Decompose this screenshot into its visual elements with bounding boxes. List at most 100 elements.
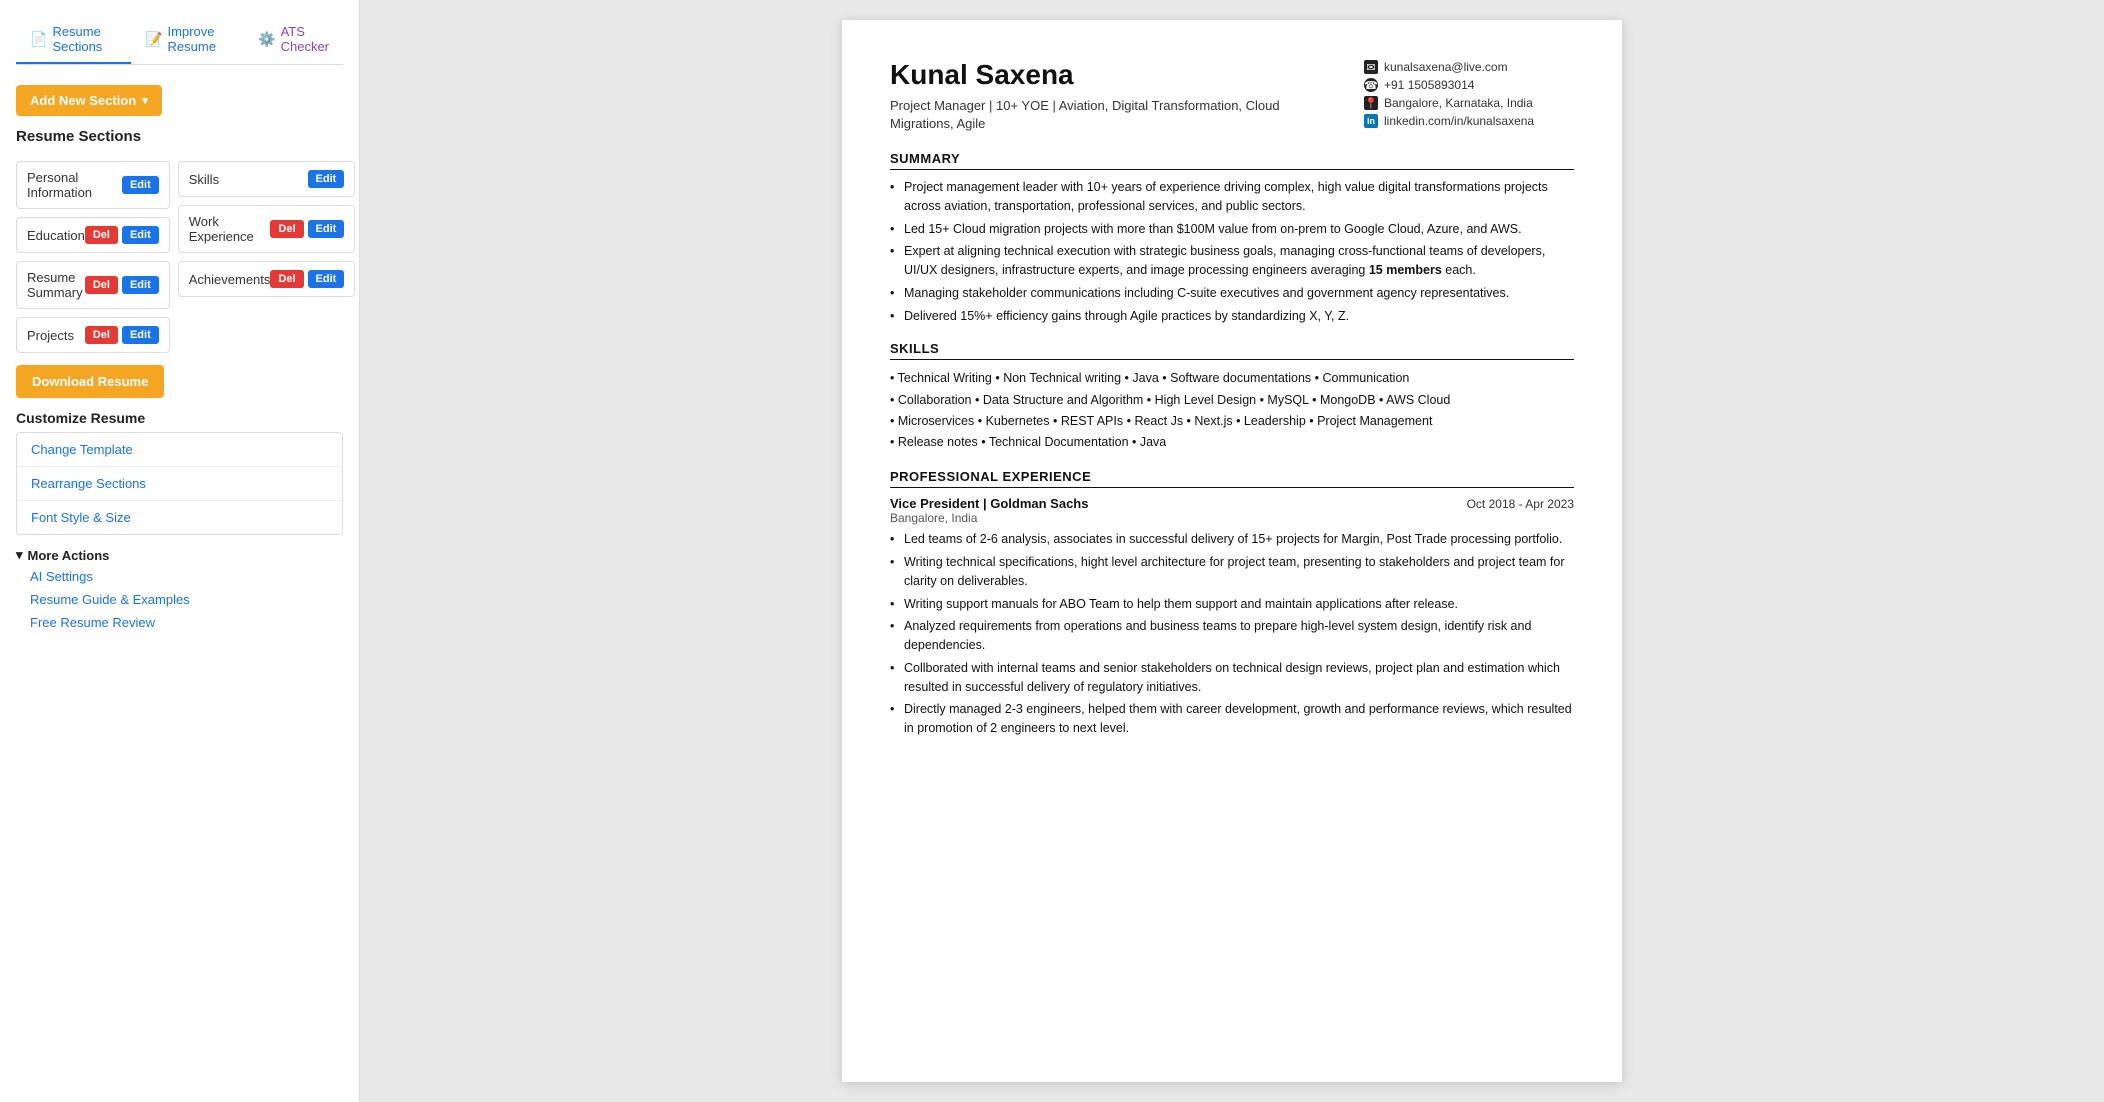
edit-projects-button[interactable]: Edit xyxy=(122,326,159,344)
summary-bullet-1: Project management leader with 10+ years… xyxy=(890,178,1574,216)
job-title-1: Vice President | Goldman Sachs xyxy=(890,496,1088,511)
section-item-education: Education Del Edit xyxy=(16,217,170,253)
section-item-resume-summary: Resume Summary Del Edit xyxy=(16,261,170,309)
contact-phone: ☎ +91 1505893014 xyxy=(1364,78,1474,92)
del-achievements-button[interactable]: Del xyxy=(270,270,303,288)
add-new-section-button[interactable]: Add New Section xyxy=(16,85,162,116)
change-template-item[interactable]: Change Template xyxy=(17,433,342,467)
location-value: Bangalore, Karnataka, India xyxy=(1384,96,1533,110)
del-education-button[interactable]: Del xyxy=(85,226,118,244)
section-label-personal-info: Personal Information xyxy=(27,170,122,200)
contact-location: 📍 Bangalore, Karnataka, India xyxy=(1364,96,1533,110)
customize-list: Change Template Rearrange Sections Font … xyxy=(16,432,343,535)
job-dates-1: Oct 2018 - Apr 2023 xyxy=(1467,497,1574,511)
resume-header: Kunal Saxena Project Manager | 10+ YOE |… xyxy=(890,60,1574,133)
contact-linkedin: in linkedin.com/in/kunalsaxena xyxy=(1364,114,1534,128)
section-label-skills: Skills xyxy=(189,172,308,187)
resume-identity: Kunal Saxena Project Manager | 10+ YOE |… xyxy=(890,60,1310,133)
rearrange-sections-item[interactable]: Rearrange Sections xyxy=(17,467,342,501)
job-header-1: Vice President | Goldman Sachs Oct 2018 … xyxy=(890,496,1574,511)
skills-section: SKILLS • Technical Writing • Non Technic… xyxy=(890,341,1574,453)
email-icon: ✉ xyxy=(1364,60,1378,74)
customize-heading: Customize Resume xyxy=(16,410,343,426)
section-item-personal-info: Personal Information Edit xyxy=(16,161,170,209)
summary-section: SUMMARY Project management leader with 1… xyxy=(890,151,1574,325)
ats-checker-icon: ⚙️ xyxy=(258,31,275,48)
edit-achievements-button[interactable]: Edit xyxy=(308,270,345,288)
summary-bullet-5: Delivered 15%+ efficiency gains through … xyxy=(890,307,1574,326)
skills-title: SKILLS xyxy=(890,341,1574,360)
download-resume-button[interactable]: Download Resume xyxy=(16,365,164,398)
section-actions-achievements: Del Edit xyxy=(270,270,344,288)
summary-bullets: Project management leader with 10+ years… xyxy=(890,178,1574,325)
summary-bullet-3: Expert at aligning technical execution w… xyxy=(890,242,1574,280)
edit-personal-info-button[interactable]: Edit xyxy=(122,176,159,194)
edit-resume-summary-button[interactable]: Edit xyxy=(122,276,159,294)
del-projects-button[interactable]: Del xyxy=(85,326,118,344)
section-label-work-experience: Work Experience xyxy=(189,214,271,244)
job-bullet-1-3: Writing support manuals for ABO Team to … xyxy=(890,595,1574,614)
section-label-education: Education xyxy=(27,228,85,243)
skills-line-3: • Microservices • Kubernetes • REST APIs… xyxy=(890,411,1574,432)
resume-contact: ✉ kunalsaxena@live.com ☎ +91 1505893014 … xyxy=(1364,60,1574,128)
skills-line-4: • Release notes • Technical Documentatio… xyxy=(890,432,1574,453)
free-resume-review-link[interactable]: Free Resume Review xyxy=(16,613,343,632)
contact-email: ✉ kunalsaxena@live.com xyxy=(1364,60,1508,74)
edit-work-experience-button[interactable]: Edit xyxy=(308,220,345,238)
edit-skills-button[interactable]: Edit xyxy=(308,170,345,188)
tab-improve-resume[interactable]: 📝 Improve Resume xyxy=(131,16,244,64)
left-panel: 📄 Resume Sections 📝 Improve Resume ⚙️ AT… xyxy=(0,0,360,1102)
phone-value: +91 1505893014 xyxy=(1384,78,1474,92)
job-bullet-1-6: Directly managed 2-3 engineers, helped t… xyxy=(890,700,1574,738)
experience-title: PROFESSIONAL EXPERIENCE xyxy=(890,469,1574,488)
section-actions-skills: Edit xyxy=(308,170,345,188)
summary-bullet-2: Led 15+ Cloud migration projects with mo… xyxy=(890,220,1574,239)
resume-preview-panel: Kunal Saxena Project Manager | 10+ YOE |… xyxy=(360,0,2104,1102)
left-sections-column: Personal Information Edit Education Del … xyxy=(16,161,170,353)
more-actions-section: ▾ More Actions AI Settings Resume Guide … xyxy=(16,547,343,632)
section-label-projects: Projects xyxy=(27,328,85,343)
job-bullet-1-1: Led teams of 2-6 analysis, associates in… xyxy=(890,530,1574,549)
section-actions-education: Del Edit xyxy=(85,226,159,244)
summary-title: SUMMARY xyxy=(890,151,1574,170)
section-item-skills: Skills Edit xyxy=(178,161,356,197)
ai-settings-link[interactable]: AI Settings xyxy=(16,567,343,586)
more-actions-toggle[interactable]: ▾ More Actions xyxy=(16,547,343,563)
tab-ats-checker[interactable]: ⚙️ ATS Checker xyxy=(244,16,343,64)
chevron-down-icon: ▾ xyxy=(16,547,23,563)
job-bullets-1: Led teams of 2-6 analysis, associates in… xyxy=(890,530,1574,738)
job-bullet-1-5: Collborated with internal teams and seni… xyxy=(890,659,1574,697)
section-item-achievements: Achievements Del Edit xyxy=(178,261,356,297)
sections-grid: Personal Information Edit Education Del … xyxy=(16,161,343,353)
linkedin-icon: in xyxy=(1364,114,1378,128)
phone-icon: ☎ xyxy=(1364,78,1378,92)
skills-content: • Technical Writing • Non Technical writ… xyxy=(890,368,1574,453)
resume-guide-link[interactable]: Resume Guide & Examples xyxy=(16,590,343,609)
right-sections-column: Skills Edit Work Experience Del Edit Ach… xyxy=(178,161,356,353)
section-label-resume-summary: Resume Summary xyxy=(27,270,85,300)
section-actions-resume-summary: Del Edit xyxy=(85,276,159,294)
tabs-bar: 📄 Resume Sections 📝 Improve Resume ⚙️ AT… xyxy=(16,16,343,65)
sections-heading: Resume Sections xyxy=(16,128,343,145)
resume-name: Kunal Saxena xyxy=(890,60,1310,91)
resume-paper: Kunal Saxena Project Manager | 10+ YOE |… xyxy=(842,20,1622,1082)
customize-resume-section: Customize Resume Change Template Rearran… xyxy=(16,410,343,535)
section-item-work-experience: Work Experience Del Edit xyxy=(178,205,356,253)
del-work-experience-button[interactable]: Del xyxy=(270,220,303,238)
skills-line-1: • Technical Writing • Non Technical writ… xyxy=(890,368,1574,389)
job-bullet-1-2: Writing technical specifications, hight … xyxy=(890,553,1574,591)
resume-subtitle: Project Manager | 10+ YOE | Aviation, Di… xyxy=(890,97,1310,133)
section-actions-projects: Del Edit xyxy=(85,326,159,344)
improve-resume-icon: 📝 xyxy=(145,31,162,48)
del-resume-summary-button[interactable]: Del xyxy=(85,276,118,294)
location-icon: 📍 xyxy=(1364,96,1378,110)
email-value: kunalsaxena@live.com xyxy=(1384,60,1508,74)
summary-bullet-4: Managing stakeholder communications incl… xyxy=(890,284,1574,303)
edit-education-button[interactable]: Edit xyxy=(122,226,159,244)
job-location-1: Bangalore, India xyxy=(890,511,1574,525)
font-style-size-item[interactable]: Font Style & Size xyxy=(17,501,342,534)
skills-line-2: • Collaboration • Data Structure and Alg… xyxy=(890,390,1574,411)
tab-resume-sections[interactable]: 📄 Resume Sections xyxy=(16,16,131,64)
section-actions-personal-info: Edit xyxy=(122,176,159,194)
job-entry-1: Vice President | Goldman Sachs Oct 2018 … xyxy=(890,496,1574,738)
